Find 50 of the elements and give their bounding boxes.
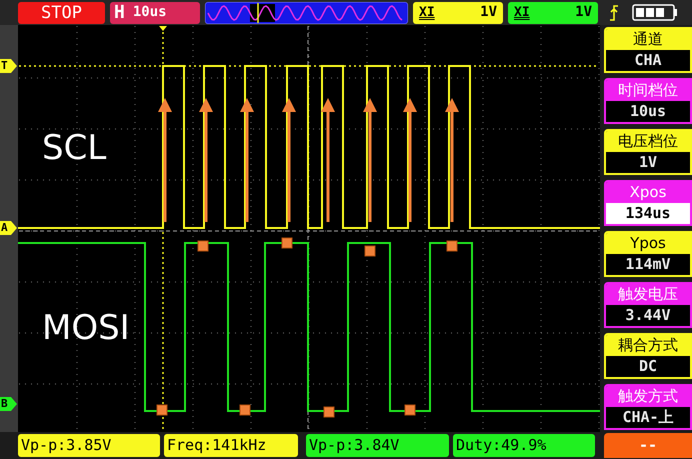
sample-marker [446, 240, 458, 252]
scale-value: 1V [575, 3, 592, 22]
scale-value: 1V [480, 3, 497, 22]
battery-icon [632, 4, 678, 21]
menu-label: Xpos [606, 182, 690, 203]
sample-marker [240, 404, 250, 416]
sample-marker [156, 404, 168, 416]
coupling-label: XI [419, 4, 435, 22]
menu-label: 通道 [606, 29, 690, 50]
measurement-readout: Vp-p:3.84V [306, 434, 449, 457]
menu-label: 耦合方式 [606, 335, 690, 356]
menu-item[interactable]: Xpos 134us [604, 180, 692, 226]
menu-item[interactable]: 通道 CHA [604, 27, 692, 73]
measurement-readout: Freq:141kHz [164, 434, 298, 457]
menu-label: Ypos [606, 233, 690, 254]
menu-value: 114mV [606, 254, 690, 275]
marker-label: T [1, 59, 8, 73]
menu-label: 电压档位 [606, 131, 690, 152]
menu-value: 3.44V [606, 305, 690, 326]
sample-marker [364, 246, 376, 256]
menu-value: DC [606, 356, 690, 377]
menu-item[interactable]: 触发电压 3.44V [604, 282, 692, 328]
menu-item[interactable]: 耦合方式 DC [604, 333, 692, 379]
marker-label: A [1, 221, 8, 235]
menu-label: 触发电压 [606, 284, 690, 305]
signal-label: MOSI [42, 308, 130, 348]
marker-label: B [1, 397, 8, 411]
signal-label: SCL [42, 128, 106, 168]
sample-marker [404, 404, 416, 416]
menu-item[interactable]: Ypos 114mV [604, 231, 692, 277]
timebase-label: H [114, 1, 125, 25]
menu-value: 1V [606, 152, 690, 173]
menu-label: 触发方式 [606, 386, 690, 407]
sample-marker [198, 240, 208, 252]
menu-value: 10us [606, 101, 690, 122]
timebase-value: 10us [132, 3, 167, 22]
sample-marker [282, 238, 292, 248]
menu-value: CHA [606, 50, 690, 71]
sample-marker [324, 406, 334, 418]
menu-value: CHA-上 [606, 407, 690, 428]
trigger-edge-icon [609, 4, 619, 22]
coupling-label: XI [514, 4, 530, 22]
menu-item[interactable]: 触发方式 CHA-上 [604, 384, 692, 430]
menu-value: 134us [606, 203, 690, 224]
menu-item[interactable]: 时间档位 10us [604, 78, 692, 124]
menu-label: 时间档位 [606, 80, 690, 101]
measurement-readout: Vp-p:3.85V [18, 434, 160, 457]
run-stop-button[interactable]: STOP [18, 2, 105, 24]
menu-item[interactable]: 电压档位 1V [604, 129, 692, 175]
measurement-readout: Duty:49.9% [453, 434, 595, 457]
